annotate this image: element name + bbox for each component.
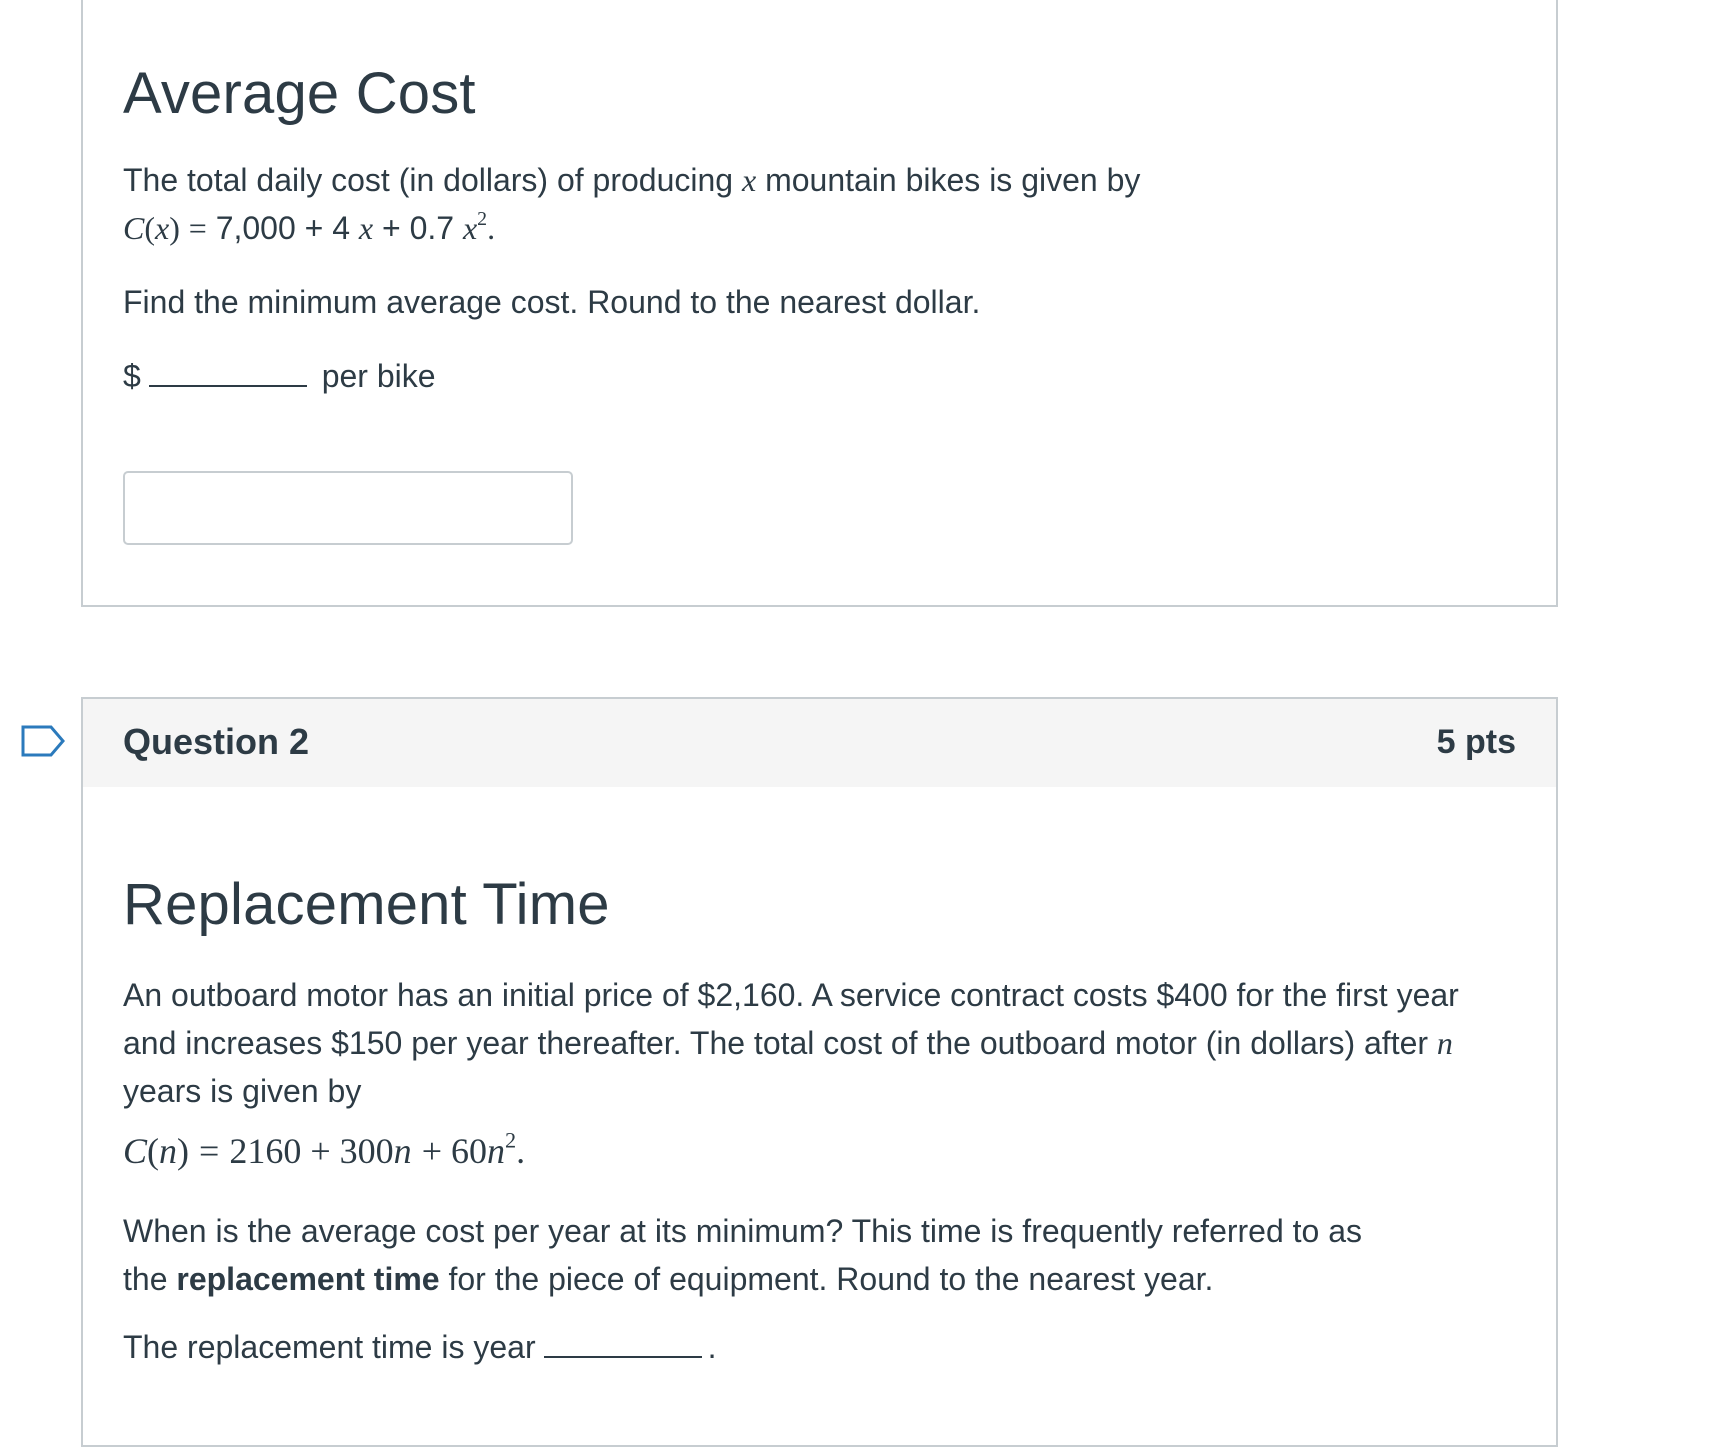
question-1-answer-line: $ per bike xyxy=(123,352,1516,400)
currency-symbol: $ xyxy=(123,358,141,394)
math-var-x: x xyxy=(741,162,757,198)
question-2-header: Question 2 5 pts xyxy=(81,697,1558,789)
question-2-paragraph: An outboard motor has an initial price o… xyxy=(123,977,1459,1109)
question-1-content: Average Cost xyxy=(123,60,1516,127)
question-2-body: Replacement Time An outboard motor has a… xyxy=(81,787,1558,1447)
question-1-prompt: Find the minimum average cost. Round to … xyxy=(123,284,981,320)
question-2-answer-line: The replacement time is year. xyxy=(123,1323,1516,1371)
answer-input[interactable] xyxy=(123,471,573,545)
answer-blank xyxy=(148,355,307,387)
question-2-points: 5 pts xyxy=(1436,723,1516,761)
question-1-title: Average Cost xyxy=(123,61,476,126)
question-2-name: Question 2 xyxy=(123,721,310,762)
question-1-intro-text: The total daily cost (in dollars) of pro… xyxy=(123,162,1141,198)
flag-question-icon[interactable] xyxy=(21,725,65,757)
replacement-time-term: replacement time xyxy=(176,1261,440,1297)
answer-unit: per bike xyxy=(321,358,436,394)
answer-blank-2 xyxy=(543,1326,702,1358)
question-2-title: Replacement Time xyxy=(123,872,610,937)
question-2-question: When is the average cost per year at its… xyxy=(123,1213,1363,1297)
question-1-prompt-block: Find the minimum average cost. Round to … xyxy=(123,278,1516,326)
question-1-formula: C(x) = 7,000 + 4 x + 0.7 x2. xyxy=(123,208,496,246)
question-1-intro: The total daily cost (in dollars) of pro… xyxy=(123,156,1516,252)
question-1-body: Average Cost The total daily cost (in do… xyxy=(81,0,1558,607)
math-var-n: n xyxy=(1436,1025,1453,1061)
question-2-formula: C(n) = 2160 + 300n + 60n2. xyxy=(123,1127,526,1171)
